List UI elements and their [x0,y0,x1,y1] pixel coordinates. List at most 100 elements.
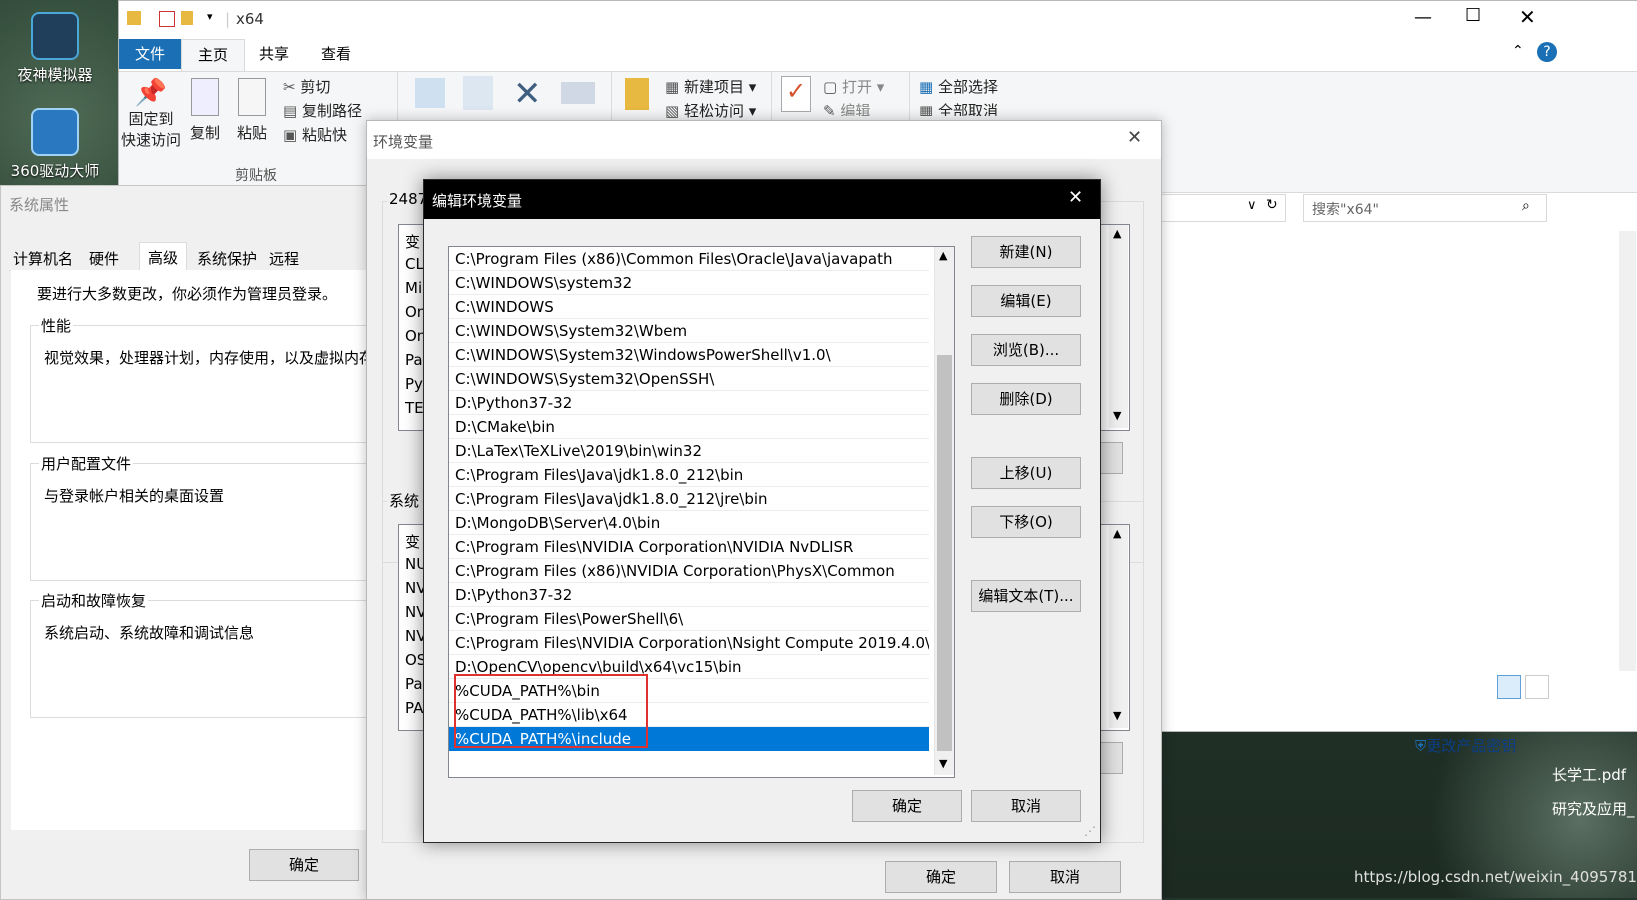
customize-toolbar-icon[interactable]: ▾ [207,10,213,23]
maximize-button[interactable]: ☐ [1465,5,1481,26]
tab-share[interactable]: 共享 [243,39,305,69]
properties-icon[interactable]: ✓ [781,76,811,112]
scroll-up-icon[interactable]: ▲ [1113,227,1121,240]
select-none-button[interactable]: ▦ 全部取消 [919,100,998,116]
edit-cancel-button[interactable]: 取消 [971,790,1081,822]
move-down-button[interactable]: 下移(O) [971,506,1081,538]
path-list-item[interactable]: D:\Python37-32 [449,391,929,415]
pin-quick-access-button[interactable]: 📌 固定到 快速访问 [121,78,181,150]
edit-path-button[interactable]: 编辑(E) [971,285,1081,317]
tab-computer-name[interactable]: 计算机名 [13,248,73,269]
system-properties-window: 系统属性 计算机名 硬件 高级 系统保护 远程 要进行大多数更改，你必须作为管理… [0,185,372,900]
explorer-scrollbar[interactable] [1619,231,1636,671]
sys-list-scrollbar[interactable]: ▲ ▼ [1109,525,1128,728]
copy-path-button[interactable]: ▤ 复制路径 [283,100,362,121]
change-product-key-link[interactable]: ⛨更改产品密钥 [1415,735,1516,756]
path-list-item[interactable]: C:\WINDOWS [449,295,929,319]
edit-environment-variable-dialog: 编辑环境变量 ✕ C:\Program Files (x86)\Common F… [423,179,1101,843]
minimize-button[interactable]: — [1414,7,1432,28]
scroll-down-icon[interactable]: ▼ [1113,409,1121,422]
env-cancel-button[interactable]: 取消 [1009,861,1121,893]
desktop-file-label[interactable]: 长学工.pdf [1552,764,1626,785]
copy-to-icon[interactable] [463,76,493,110]
refresh-icon[interactable]: ↻ [1266,197,1278,213]
close-button[interactable]: ✕ [1519,5,1536,29]
move-to-icon[interactable] [415,78,445,108]
path-list-item[interactable]: C:\Program Files\PowerShell\6\ [449,607,929,631]
user-var-row[interactable]: TE [405,399,424,417]
user-var-row[interactable]: CL [405,255,424,273]
path-list-item[interactable]: C:\WINDOWS\System32\Wbem [449,319,929,343]
help-icon[interactable]: ? [1537,42,1557,62]
desktop-shortcut-driver[interactable]: 360驱动大师 [0,108,110,181]
path-list-item[interactable]: C:\Program Files\NVIDIA Corporation\Nsig… [449,631,929,655]
new-folder-icon[interactable] [181,11,193,25]
address-dropdown-icon[interactable]: ∨ [1247,198,1257,213]
scroll-up-icon[interactable]: ▲ [939,249,947,262]
env-ok-button[interactable]: 确定 [885,861,997,893]
path-list-item[interactable]: C:\Program Files (x86)\NVIDIA Corporatio… [449,559,929,583]
scroll-down-icon[interactable]: ▼ [1113,709,1121,722]
select-all-button[interactable]: ▦ 全部选择 [919,76,998,97]
scroll-thumb[interactable] [937,355,952,751]
delete-icon[interactable]: ✕ [513,74,542,114]
sys-var-row[interactable]: Pa [405,675,423,693]
edit-ok-button[interactable]: 确定 [852,790,962,822]
details-view-icon[interactable] [1497,675,1521,699]
desktop-shortcut-nox[interactable]: 夜神模拟器 [0,12,110,85]
easy-access-button[interactable]: ▧ 轻松访问 ▾ [665,100,756,121]
collapse-ribbon-icon[interactable]: ⌃ [1512,43,1524,59]
edit-text-button[interactable]: 编辑文本(T)... [971,580,1081,612]
large-icons-view-icon[interactable] [1525,675,1549,699]
tab-hardware[interactable]: 硬件 [89,248,119,269]
path-list-item[interactable]: C:\Program Files (x86)\Common Files\Orac… [449,247,929,271]
properties-check-icon[interactable] [159,11,175,27]
new-item-icon: ▦ [665,78,680,96]
desktop-file-label[interactable]: 研究及应用_ [1552,798,1635,819]
new-folder-large-icon[interactable] [625,78,649,110]
edit-dialog-close-button[interactable]: ✕ [1068,187,1083,208]
cut-button[interactable]: ✂ 剪切 [283,76,330,97]
path-list-item[interactable]: C:\WINDOWS\System32\OpenSSH\ [449,367,929,391]
tab-system-protection[interactable]: 系统保护 [197,248,257,269]
tab-remote[interactable]: 远程 [269,248,299,269]
cut-label: 剪切 [300,78,331,96]
path-list-item[interactable]: C:\WINDOWS\System32\WindowsPowerShell\v1… [449,343,929,367]
scroll-up-icon[interactable]: ▲ [1113,527,1121,540]
user-list-scrollbar[interactable]: ▲ ▼ [1109,225,1128,428]
new-item-button[interactable]: ▦ 新建项目 ▾ [665,76,756,97]
copy-button[interactable]: 复制 [185,78,225,143]
sys-var-row[interactable]: PA [405,699,423,717]
new-path-button[interactable]: 新建(N) [971,236,1081,268]
search-box[interactable]: 搜索"x64" ⌕ [1303,194,1547,222]
sysprop-title: 系统属性 [9,196,70,214]
user-var-row[interactable]: Mi [405,279,422,297]
resize-grip-icon[interactable]: ⋰ [1084,824,1096,838]
user-var-row[interactable]: Pa [405,351,423,369]
path-list-item[interactable]: D:\MongoDB\Server\4.0\bin [449,511,929,535]
open-button[interactable]: ▢ 打开 ▾ [823,76,884,97]
edit-file-button[interactable]: ✎ 编辑 [823,100,870,116]
path-list-item[interactable]: C:\Program Files\NVIDIA Corporation\NVID… [449,535,929,559]
path-list-item[interactable]: D:\CMake\bin [449,415,929,439]
env-close-button[interactable]: ✕ [1127,127,1142,148]
paste-button[interactable]: 粘贴 [232,78,272,143]
path-list-item[interactable]: C:\WINDOWS\system32 [449,271,929,295]
browse-path-button[interactable]: 浏览(B)... [971,334,1081,366]
tab-view[interactable]: 查看 [305,39,367,69]
scroll-down-icon[interactable]: ▼ [939,757,947,770]
tab-home[interactable]: 主页 [181,39,246,71]
path-list-item[interactable]: C:\Program Files\Java\jdk1.8.0_212\jre\b… [449,487,929,511]
delete-path-button[interactable]: 删除(D) [971,383,1081,415]
paste-shortcut-button[interactable]: ▣ 粘贴快 [283,124,347,145]
path-list-scrollbar[interactable]: ▲ ▼ [934,247,954,775]
user-var-row[interactable]: Py [405,375,423,393]
tab-advanced[interactable]: 高级 [139,242,188,270]
sysprop-ok-button[interactable]: 确定 [249,849,359,881]
path-list-item[interactable]: D:\LaTex\TeXLive\2019\bin\win32 [449,439,929,463]
move-up-button[interactable]: 上移(U) [971,457,1081,489]
tab-file[interactable]: 文件 [119,39,182,69]
path-list-item[interactable]: C:\Program Files\Java\jdk1.8.0_212\bin [449,463,929,487]
path-list-item[interactable]: D:\Python37-32 [449,583,929,607]
rename-icon[interactable] [561,82,595,104]
